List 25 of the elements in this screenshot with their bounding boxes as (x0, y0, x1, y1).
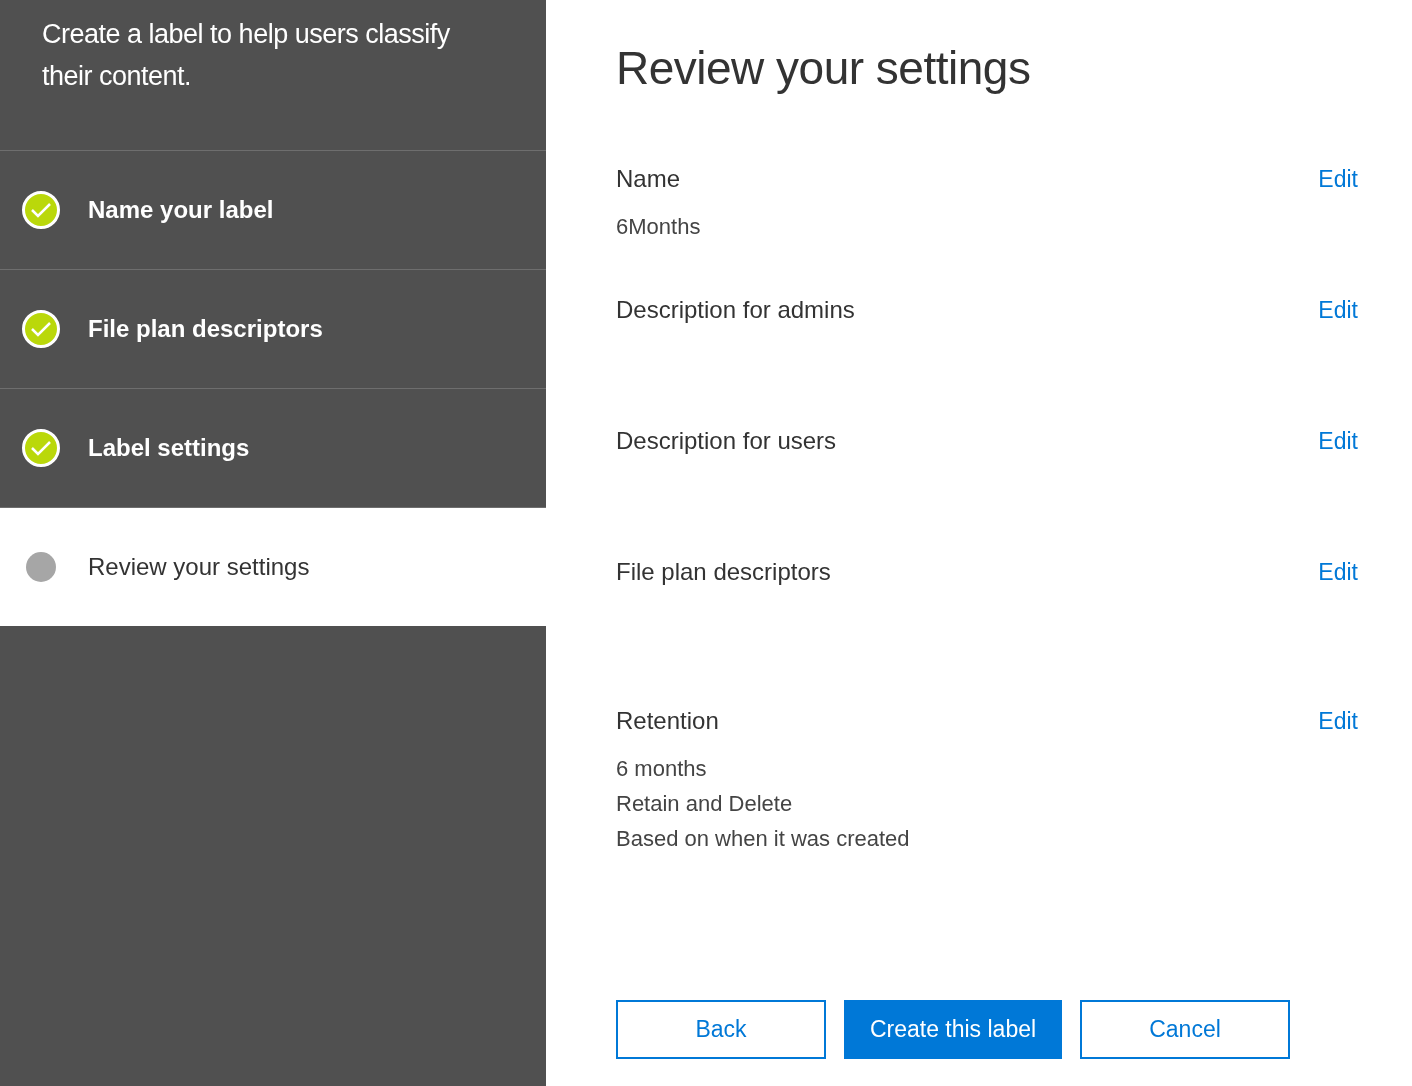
create-button[interactable]: Create this label (844, 1000, 1062, 1059)
check-circle-icon (21, 190, 61, 230)
wizard-step[interactable]: File plan descriptors (0, 270, 546, 389)
edit-link[interactable]: Edit (1318, 427, 1358, 455)
check-circle-icon (21, 428, 61, 468)
secondary-button[interactable]: Back (616, 1000, 826, 1059)
section-value: 6Months (616, 213, 702, 241)
intro-text: Create a label to help users classify their content. (0, 0, 546, 151)
section-heading: Description for admins (616, 296, 855, 324)
secondary-button[interactable]: Cancel (1080, 1000, 1290, 1059)
section-value: 6 months (616, 755, 708, 783)
section-value: Retain and Delete (616, 790, 794, 818)
section-heading: Description for users (616, 427, 837, 455)
wizard-step[interactable]: Review your settings (0, 508, 546, 626)
edit-link[interactable]: Edit (1318, 558, 1358, 586)
page-title: Review your settings (616, 41, 1032, 96)
edit-link[interactable]: Edit (1318, 707, 1358, 735)
section-value: Based on when it was created (616, 825, 911, 853)
check-circle-icon (21, 309, 61, 349)
section-heading: Retention (616, 707, 719, 735)
edit-link[interactable]: Edit (1318, 296, 1358, 324)
section-heading: Name (616, 165, 681, 193)
wizard-step[interactable]: Name your label (0, 151, 546, 270)
edit-link[interactable]: Edit (1318, 165, 1358, 193)
section-heading: File plan descriptors (616, 558, 831, 586)
